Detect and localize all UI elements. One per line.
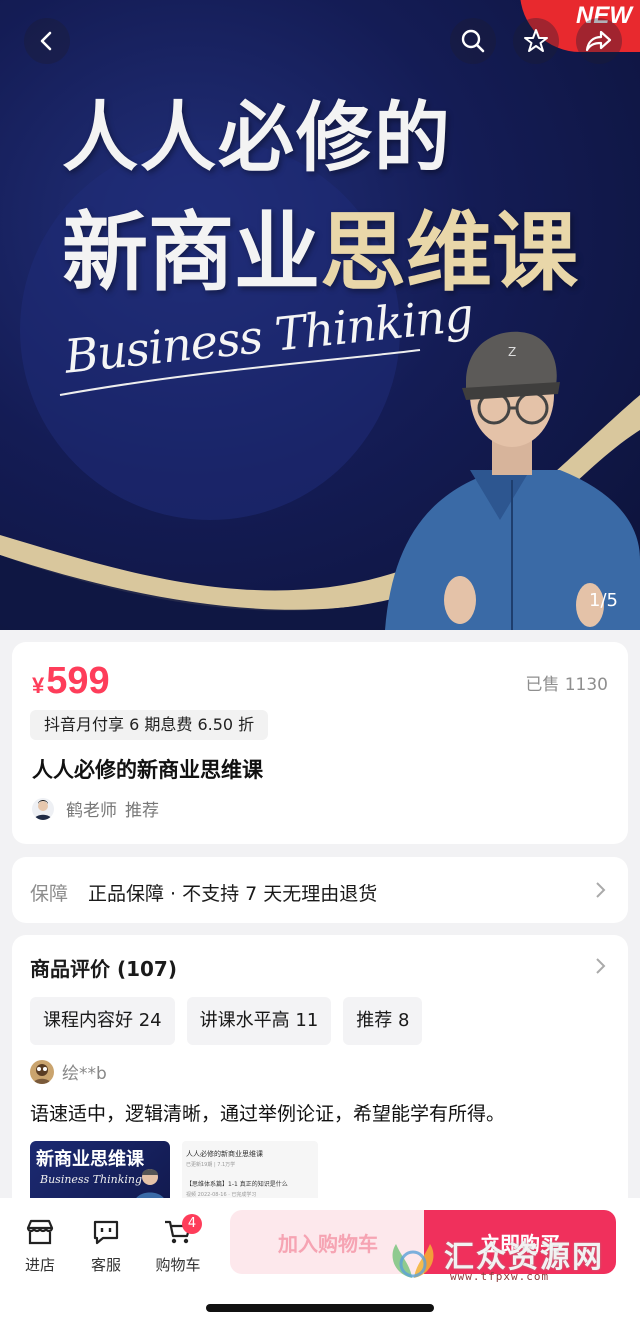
back-button[interactable] xyxy=(24,18,70,64)
product-info-card: ¥599 已售 1130 抖音月付享 6 期息费 6.50 折 人人必修的新商业… xyxy=(12,642,628,844)
cart-count-badge: 4 xyxy=(182,1214,202,1234)
guarantee-text: 正品保障 · 不支持 7 天无理由退货 xyxy=(88,883,378,905)
bottom-action-bar: 进店 客服 4 购物车 加入购物车 立即购买 汇众资源网 www.tfpxw.c… xyxy=(0,1198,640,1327)
product-title: 人人必修的新商业思维课 xyxy=(32,758,263,782)
share-icon xyxy=(585,30,612,52)
watermark-url: www.tfpxw.com xyxy=(450,1270,550,1283)
guarantee-row[interactable]: 保障 正品保障 · 不支持 7 天无理由退货 xyxy=(12,857,628,923)
thumb2-line: 【思维体系篇】1-1 真正的知识是什么 xyxy=(186,1181,288,1188)
thumb2-line: 视频 2022-08-16 · 已完成学习 xyxy=(186,1192,257,1198)
search-icon xyxy=(461,29,485,53)
review-image-2[interactable]: 人人必修的新商业思维课 已更新19期 | 7.1万学 【思维体系篇】1-1 真正… xyxy=(182,1141,318,1203)
hero-title-line1: 人人必修的 xyxy=(62,93,452,182)
reviewer-avatar xyxy=(30,1059,54,1084)
svg-text:Z: Z xyxy=(508,345,516,359)
thumb-title: 新商业思维课 xyxy=(36,1149,144,1170)
image-counter: 1/5 xyxy=(589,590,618,611)
installment-badge[interactable]: 抖音月付享 6 期息费 6.50 折 xyxy=(30,710,269,740)
review-tag[interactable]: 推荐 8 xyxy=(343,997,423,1045)
review-tag[interactable]: 课程内容好 24 xyxy=(30,997,175,1045)
reviewer-name: 绘**b xyxy=(62,1064,107,1084)
hero-title-gold: 思维课 xyxy=(320,203,578,303)
chat-icon xyxy=(93,1220,119,1245)
favorite-button[interactable] xyxy=(513,18,559,64)
store-label: 进店 xyxy=(24,1256,55,1274)
store-button[interactable]: 进店 xyxy=(10,1218,70,1275)
thumb-script: Business Thinking xyxy=(40,1173,143,1186)
recommender-avatar xyxy=(32,797,54,820)
home-indicator[interactable] xyxy=(206,1304,434,1312)
review-text: 语速适中，逻辑清晰，通过举例论证，希望能学有所得。 xyxy=(30,1103,506,1125)
recommender[interactable]: 鹤老师 推荐 xyxy=(32,796,167,821)
sold-count: 已售 1130 xyxy=(525,675,608,695)
recommend-label: 推荐 xyxy=(125,801,159,821)
watermark: 汇众资源网 www.tfpxw.com xyxy=(386,1228,616,1288)
thumb-teacher xyxy=(134,1169,166,1203)
review-image-1[interactable]: 新商业思维课 Business Thinking xyxy=(30,1141,170,1203)
reviewer: 绘**b xyxy=(30,1059,107,1084)
search-button[interactable] xyxy=(450,18,496,64)
cart-label: 购物车 xyxy=(155,1256,201,1274)
guarantee-label: 保障 xyxy=(30,883,69,905)
back-icon xyxy=(40,31,52,51)
price-value: 599 xyxy=(46,660,110,702)
service-label: 客服 xyxy=(90,1256,121,1274)
price: ¥599 xyxy=(32,660,110,703)
reviews-title[interactable]: 商品评价 (107) xyxy=(30,953,177,982)
review-tag[interactable]: 讲课水平高 11 xyxy=(186,997,332,1045)
share-button[interactable] xyxy=(576,18,622,64)
hero-title-line2: 新商业思维课 xyxy=(62,210,578,296)
hero-title-white: 新商业 xyxy=(62,203,320,303)
reviews-card: 商品评价 (107) 课程内容好 24 讲课水平高 11 推荐 8 绘**b 语… xyxy=(12,935,628,1235)
store-icon xyxy=(26,1219,54,1245)
recommender-name: 鹤老师 xyxy=(66,801,117,821)
thumb2-line: 人人必修的新商业思维课 xyxy=(186,1150,263,1158)
review-tags: 课程内容好 24 讲课水平高 11 推荐 8 xyxy=(30,997,423,1045)
thumb2-line: 已更新19期 | 7.1万学 xyxy=(186,1162,236,1168)
chevron-right-icon[interactable] xyxy=(594,957,606,975)
price-currency: ¥ xyxy=(32,673,45,698)
service-button[interactable]: 客服 xyxy=(76,1218,136,1275)
cart-button[interactable]: 4 购物车 xyxy=(148,1214,208,1275)
hero-banner[interactable]: Z 人人必修的 新商业思维课 Business Thinking NEW 1/5 xyxy=(0,0,640,630)
leaf-logo-icon xyxy=(392,1244,434,1278)
star-icon xyxy=(524,29,548,52)
chevron-right-icon xyxy=(596,882,606,898)
